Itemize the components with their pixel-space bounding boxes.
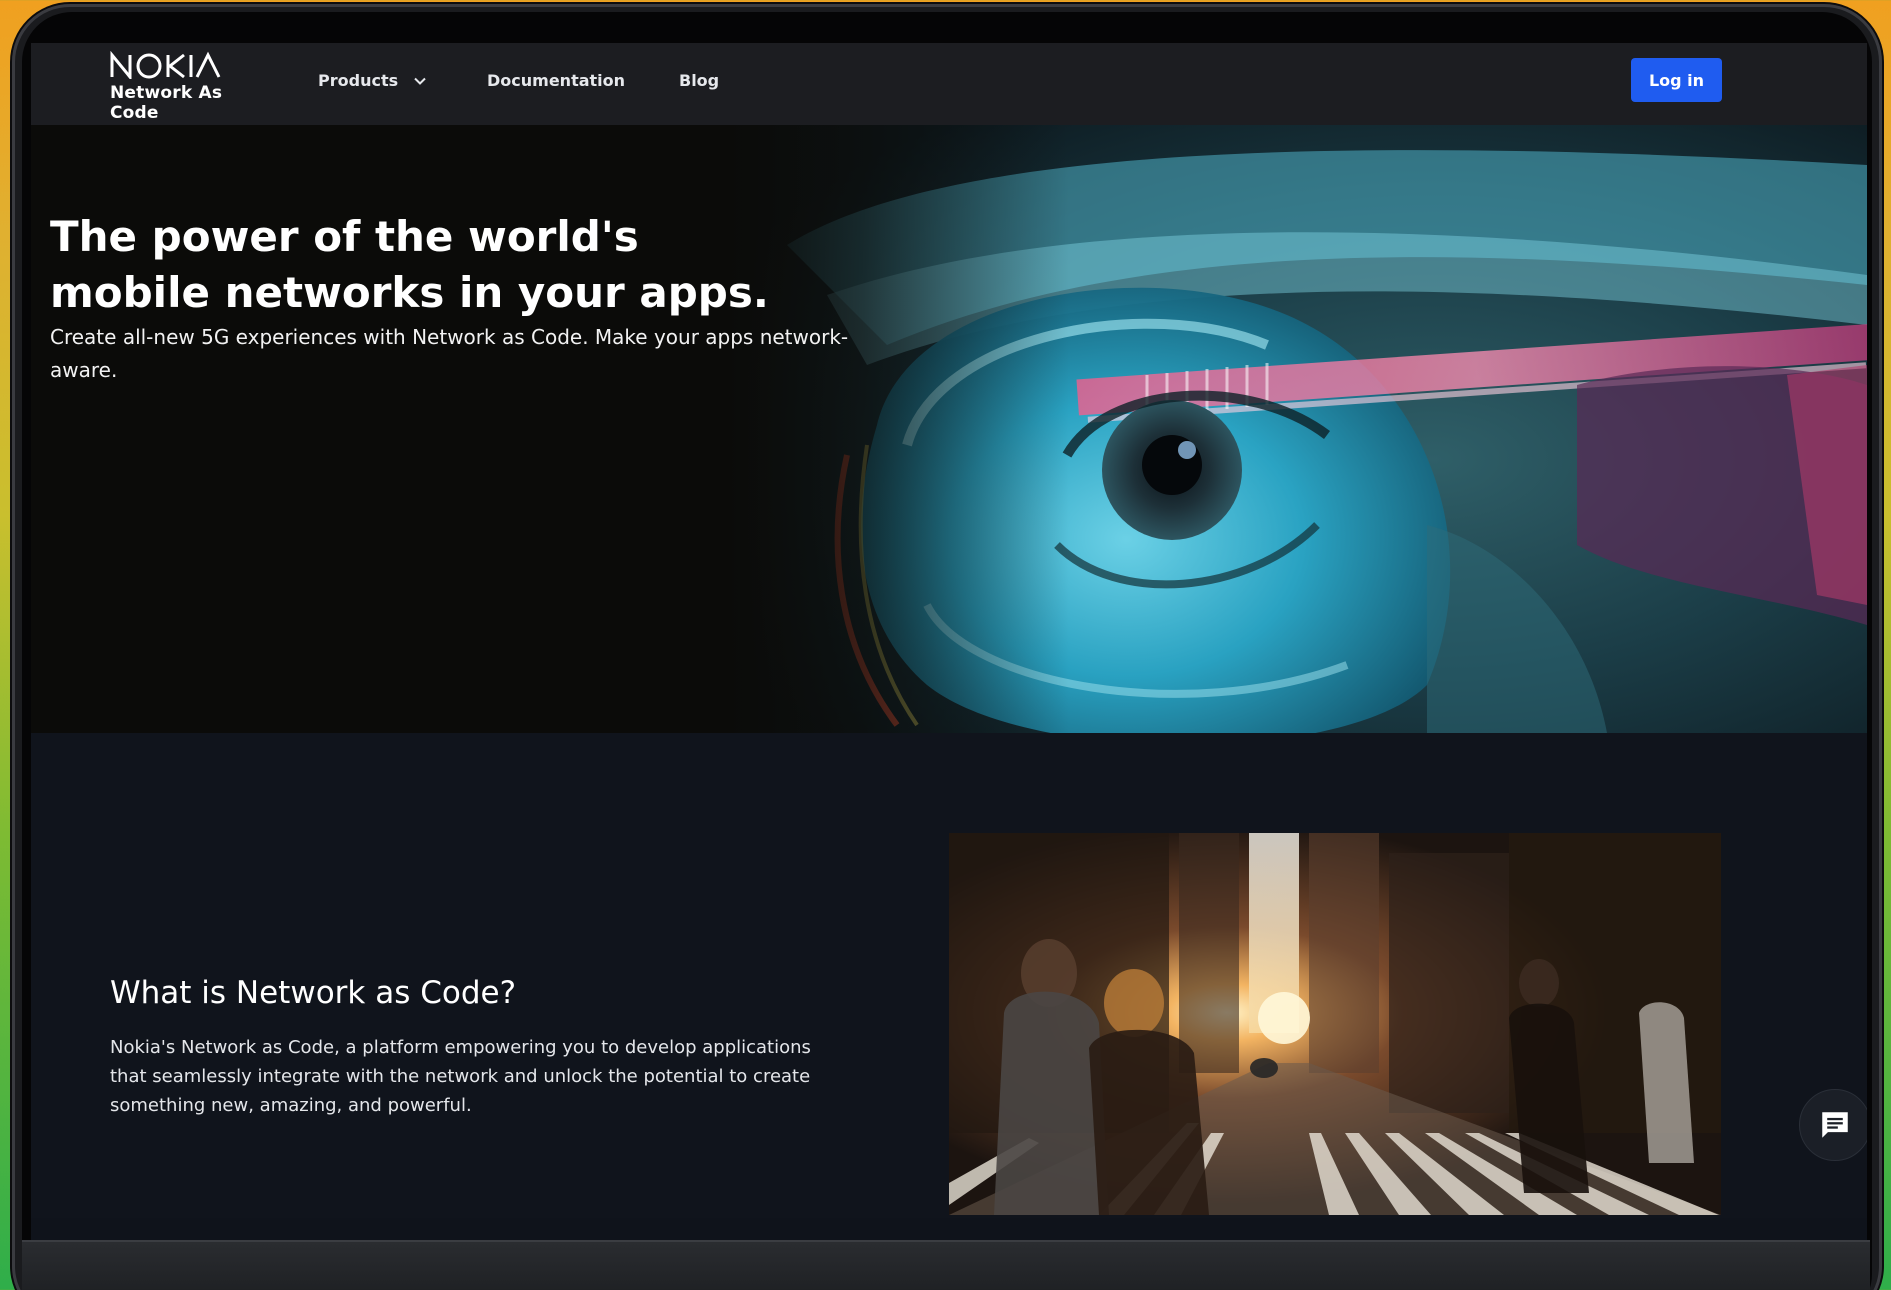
top-navbar: Network As Code Products Documentation B… <box>31 43 1867 125</box>
nav-documentation-label: Documentation <box>487 71 626 90</box>
hero-subtitle: Create all-new 5G experiences with Netwo… <box>50 325 849 382</box>
nav-blog[interactable]: Blog <box>679 71 719 90</box>
hero-title: The power of the world's mobile networks… <box>50 212 769 317</box>
hero-eye-image <box>727 125 1867 733</box>
nav-products-label: Products <box>318 71 399 90</box>
chat-button[interactable] <box>1799 1089 1867 1161</box>
about-title: What is Network as Code? <box>110 975 517 1011</box>
about-section: What is Network as Code? Nokia's Network… <box>31 733 1867 1218</box>
nav-documentation[interactable]: Documentation <box>487 71 625 90</box>
chat-icon <box>1822 1112 1848 1138</box>
login-button[interactable]: Log in <box>1631 58 1722 102</box>
nav-blog-label: Blog <box>679 71 720 90</box>
chevron-down-icon <box>414 77 426 85</box>
brand-subtitle: Network As Code <box>110 83 223 123</box>
nokia-logo <box>110 51 221 79</box>
street-image <box>949 833 1721 1215</box>
nav-products[interactable]: Products <box>318 71 428 90</box>
hero-section: The power of the world's mobile networks… <box>31 125 1867 733</box>
about-body: Nokia's Network as Code, a platform empo… <box>110 1037 811 1116</box>
brand-link[interactable]: Network As Code <box>110 51 270 123</box>
street-photo <box>949 833 1721 1215</box>
device-bottom-edge <box>22 1240 1870 1290</box>
browser-viewport: Network As Code Products Documentation B… <box>31 43 1867 1240</box>
